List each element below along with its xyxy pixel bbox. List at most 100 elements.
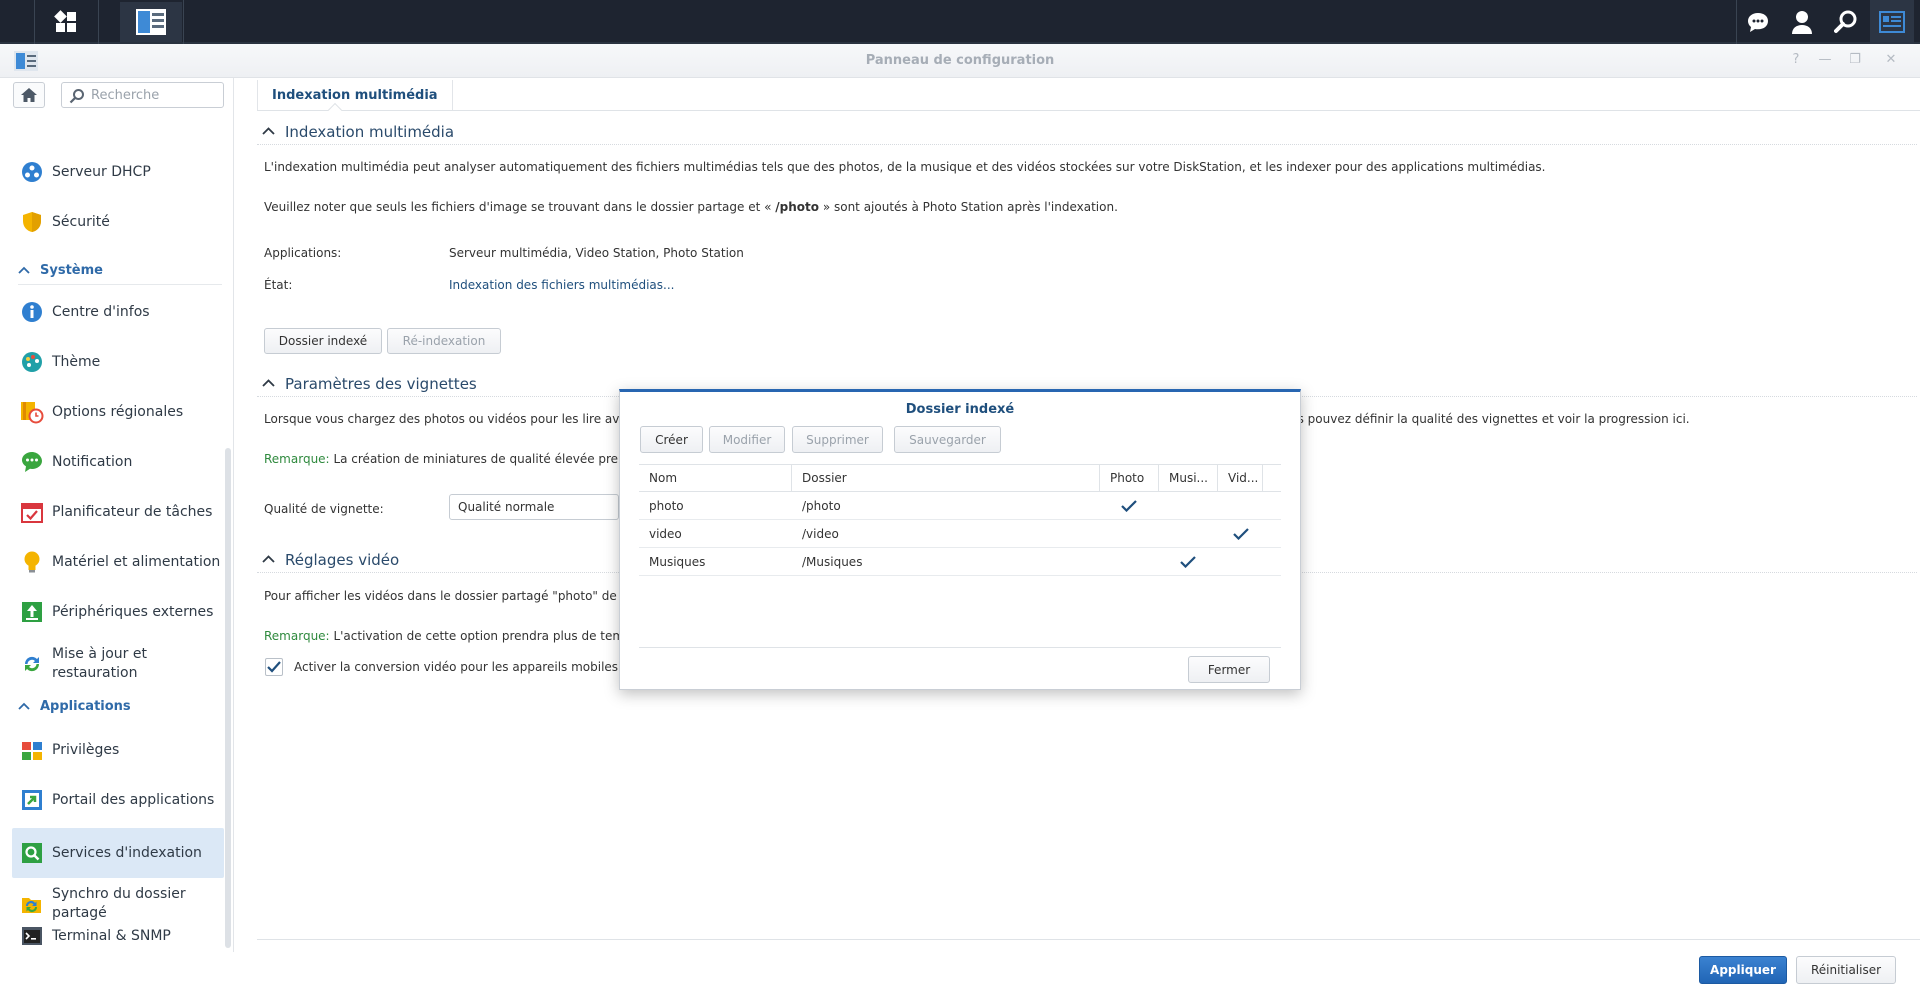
sidebar-item-info-center[interactable]: Centre d'infos xyxy=(12,290,224,334)
sidebar-item-label: Planificateur de tâches xyxy=(52,503,213,520)
bulb-icon xyxy=(20,550,44,574)
column-header-photo[interactable]: Photo xyxy=(1100,465,1159,491)
remark-text: L'activation de cette option prendra plu… xyxy=(333,629,625,643)
close-window-button[interactable]: ✕ xyxy=(1882,52,1900,68)
widgets-button[interactable] xyxy=(1870,0,1914,44)
section-title: Paramètres des vignettes xyxy=(285,374,477,393)
create-button[interactable]: Créer xyxy=(640,426,703,453)
mobile-conversion-checkbox[interactable] xyxy=(265,658,283,676)
sidebar-item-regional[interactable]: Options régionales xyxy=(12,390,224,434)
indexed-folder-button[interactable]: Dossier indexé xyxy=(264,328,382,354)
sidebar-item-label: Centre d'infos xyxy=(52,303,150,320)
photo-check[interactable] xyxy=(1120,497,1138,515)
close-dialog-button[interactable]: Fermer xyxy=(1188,656,1270,683)
row-name: photo xyxy=(649,498,684,513)
table-row[interactable]: video /video xyxy=(639,520,1281,548)
sidebar-item-hardware-power[interactable]: Matériel et alimentation xyxy=(12,540,224,584)
music-check[interactable] xyxy=(1179,553,1197,571)
search-icon xyxy=(69,89,84,104)
table-row[interactable]: photo /photo xyxy=(639,492,1281,520)
info-icon xyxy=(20,300,44,324)
chat-icon xyxy=(1748,13,1768,32)
checkmark-icon xyxy=(267,661,281,673)
column-header-music[interactable]: Musi... xyxy=(1159,465,1218,491)
applications-label: Applications: xyxy=(264,246,342,260)
sidebar-item-update-restore[interactable]: Mise à jour et restauration xyxy=(12,640,224,688)
sidebar-group-applications[interactable]: Applications xyxy=(18,695,131,717)
column-header-name[interactable]: Nom xyxy=(639,465,792,491)
regional-clock-icon xyxy=(20,400,44,424)
search-button[interactable] xyxy=(1824,0,1868,44)
search-icon xyxy=(1834,10,1857,33)
control-panel-taskbar-button[interactable] xyxy=(120,2,182,42)
remark-text: La création de miniatures de qualité éle… xyxy=(333,452,619,466)
applications-value: Serveur multimédia, Video Station, Photo… xyxy=(449,246,744,260)
photo-note-pre: Veuillez noter que seuls les fichiers d'… xyxy=(264,200,776,214)
sidebar-item-label: Serveur DHCP xyxy=(52,163,151,180)
dhcp-icon xyxy=(20,160,44,184)
reset-button[interactable]: Réinitialiser xyxy=(1796,956,1896,984)
home-button[interactable] xyxy=(13,82,45,108)
control-panel-window: Panneau de configuration ? — ❐ ✕ Recherc… xyxy=(0,44,1920,984)
sidebar-item-theme[interactable]: Thème xyxy=(12,340,224,384)
sidebar-search-input[interactable]: Recherche xyxy=(61,82,224,108)
sidebar-item-external-devices[interactable]: Périphériques externes xyxy=(12,590,224,634)
minimize-icon: — xyxy=(1818,52,1832,67)
main-menu-button[interactable] xyxy=(36,2,96,42)
privileges-icon xyxy=(20,738,44,762)
photo-note-post: » sont ajoutés à Photo Station après l'i… xyxy=(819,200,1118,214)
sidebar-item-label: Privilèges xyxy=(52,741,120,758)
section-header-media-indexing[interactable]: Indexation multimédia xyxy=(257,119,1917,145)
sidebar-item-task-scheduler[interactable]: Planificateur de tâches xyxy=(12,490,224,534)
dialog-title: Dossier indexé xyxy=(905,402,1015,417)
sidebar: Recherche Serveur DHCP Sécurité Système … xyxy=(0,78,234,952)
sidebar-item-terminal-snmp[interactable]: Terminal & SNMP xyxy=(12,916,224,956)
user-button[interactable] xyxy=(1780,0,1824,44)
minimize-button[interactable]: — xyxy=(1816,52,1834,68)
window-title: Panneau de configuration xyxy=(865,53,1055,68)
thumbs-description-right: us pouvez définir la qualité des vignett… xyxy=(1290,412,1690,426)
sidebar-item-label: Thème xyxy=(52,353,101,370)
delete-button[interactable]: Supprimer xyxy=(792,426,883,453)
row-folder: /photo xyxy=(802,498,841,513)
dialog-footer-divider xyxy=(639,647,1281,648)
quality-value: Qualité normale xyxy=(458,500,555,514)
sidebar-scrollbar[interactable] xyxy=(225,448,231,948)
chevron-up-icon xyxy=(18,699,30,714)
chat-button[interactable] xyxy=(1736,0,1780,44)
home-icon xyxy=(21,88,37,102)
sidebar-group-label: Applications xyxy=(40,698,131,714)
main-menu-icon xyxy=(54,10,76,32)
external-device-icon xyxy=(20,600,44,624)
quality-select[interactable]: Qualité normale xyxy=(449,494,619,520)
checkmark-icon xyxy=(1180,556,1196,568)
column-header-folder[interactable]: Dossier xyxy=(792,465,1100,491)
chevron-up-icon xyxy=(262,376,275,391)
state-value: Indexation des fichiers multimédias... xyxy=(449,278,675,292)
sidebar-item-notification[interactable]: Notification xyxy=(12,440,224,484)
chevron-up-icon xyxy=(262,124,275,139)
video-description: Pour afficher les vidéos dans le dossier… xyxy=(264,589,617,603)
save-button[interactable]: Sauvegarder xyxy=(894,426,1001,453)
checkmark-icon xyxy=(1233,528,1249,540)
help-button[interactable]: ? xyxy=(1787,52,1805,68)
reindex-button[interactable]: Ré-indexation xyxy=(387,328,501,354)
palette-icon xyxy=(20,350,44,374)
apply-button[interactable]: Appliquer xyxy=(1699,956,1787,984)
window-titlebar[interactable]: Panneau de configuration ? — ❐ ✕ xyxy=(0,44,1920,78)
sidebar-item-privileges[interactable]: Privilèges xyxy=(12,728,224,772)
table-row[interactable]: Musiques /Musiques xyxy=(639,548,1281,576)
sidebar-item-app-portal[interactable]: Portail des applications xyxy=(12,778,224,822)
sidebar-item-dhcp[interactable]: Serveur DHCP xyxy=(12,150,224,194)
sidebar-group-system[interactable]: Système xyxy=(18,259,103,281)
sidebar-item-label: Terminal & SNMP xyxy=(52,927,171,944)
column-header-video[interactable]: Vid... xyxy=(1218,465,1263,491)
sidebar-item-security[interactable]: Sécurité xyxy=(12,200,224,244)
video-check[interactable] xyxy=(1232,525,1250,543)
taskbar-separator xyxy=(98,0,99,44)
sidebar-item-indexing-service[interactable]: Services d'indexation xyxy=(12,828,224,878)
row-folder: /video xyxy=(802,526,839,541)
tab-media-indexing[interactable]: Indexation multimédia xyxy=(257,80,453,110)
edit-button[interactable]: Modifier xyxy=(709,426,785,453)
maximize-button[interactable]: ❐ xyxy=(1846,52,1864,68)
